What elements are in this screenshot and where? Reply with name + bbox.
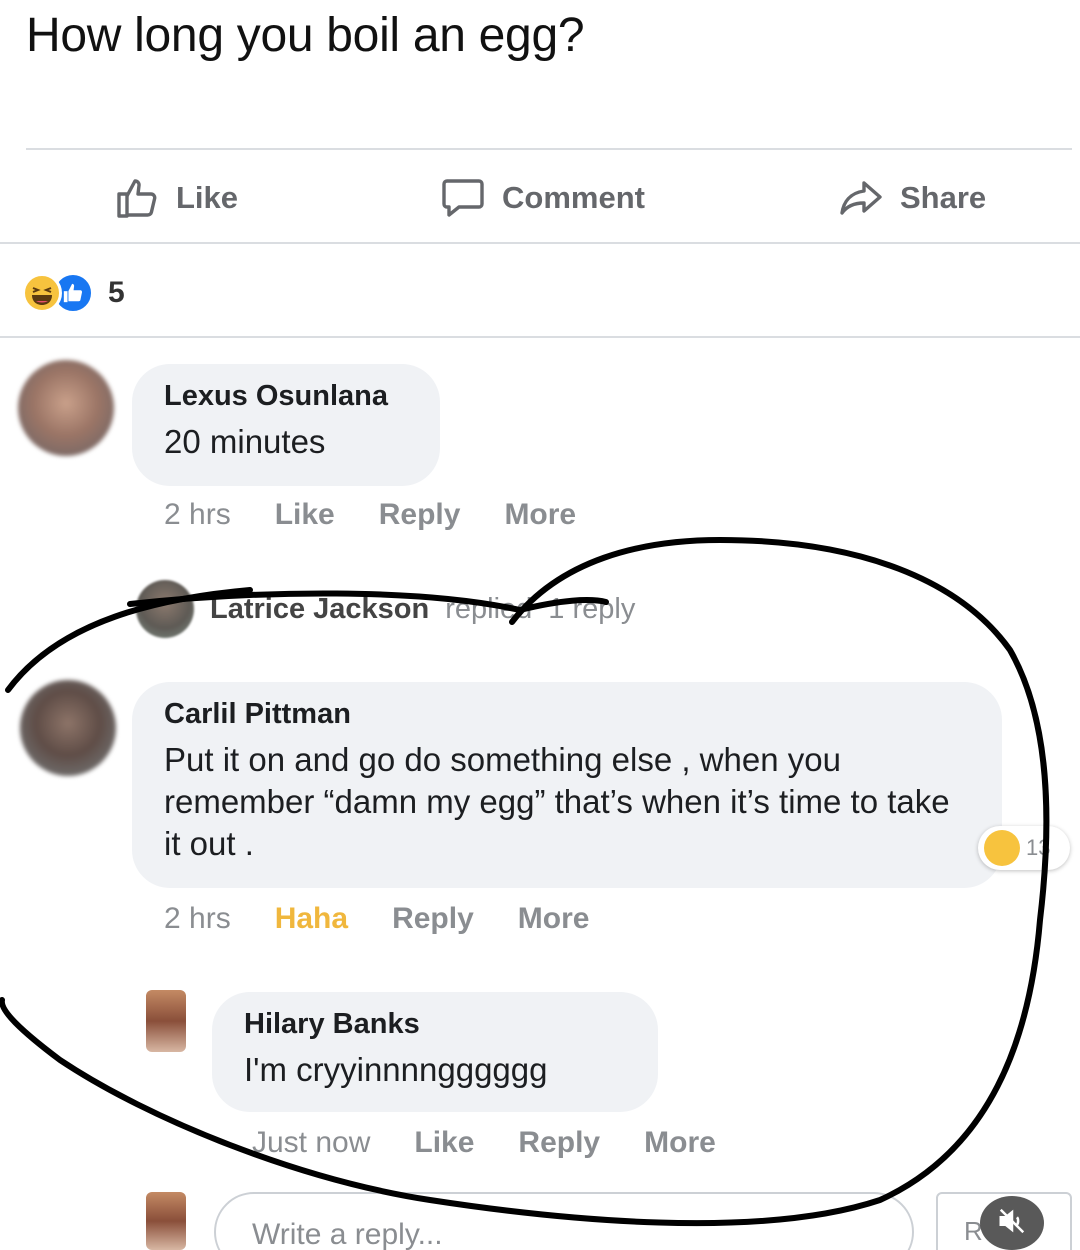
reaction-count[interactable]: 5 [108, 276, 125, 310]
reply-count: 1 reply [548, 592, 636, 625]
avatar [146, 1192, 186, 1250]
divider-actions [0, 242, 1080, 244]
reply-meta: Just now Like Reply More [252, 1126, 716, 1160]
reply-time[interactable]: Just now [252, 1126, 370, 1160]
replier-name[interactable]: Latrice Jackson [210, 593, 429, 626]
haha-icon [984, 830, 1020, 866]
reply-text: I'm cryyinnnngggggg [244, 1051, 548, 1088]
comment-bubble: Carlil Pittman Put it on and go do somet… [132, 682, 1002, 888]
haha-link[interactable]: Haha [275, 902, 348, 936]
reply-input[interactable]: Write a reply... [214, 1192, 914, 1250]
comment-meta: 2 hrs Like Reply More [164, 498, 576, 532]
reply-author[interactable]: Hilary Banks [244, 1008, 626, 1041]
comment-time[interactable]: 2 hrs [164, 498, 231, 532]
reply-link[interactable]: Reply [379, 498, 461, 532]
replied-verb: replied [445, 592, 533, 625]
comment-label: Comment [502, 180, 645, 215]
more-link[interactable]: More [644, 1126, 716, 1160]
more-link[interactable]: More [504, 498, 576, 532]
comment-text: 20 minutes [164, 423, 326, 460]
share-icon [836, 174, 886, 222]
like-link[interactable]: Like [414, 1126, 474, 1160]
avatar[interactable] [146, 990, 186, 1052]
avatar[interactable] [20, 680, 116, 776]
haha-icon [22, 273, 62, 313]
more-link[interactable]: More [518, 902, 590, 936]
like-link[interactable]: Like [275, 498, 335, 532]
mute-button[interactable] [980, 1196, 1044, 1250]
comment-icon [438, 174, 488, 222]
replies-summary[interactable]: Latrice Jackson replied 1 reply [136, 580, 635, 638]
comment-author[interactable]: Lexus Osunlana [164, 380, 408, 413]
avatar [136, 580, 194, 638]
comment-button[interactable]: Comment [438, 174, 645, 222]
comment-author[interactable]: Carlil Pittman [164, 698, 970, 731]
comment-reaction-badge[interactable]: 13 [978, 826, 1070, 870]
action-bar: Like Comment Share [0, 150, 1080, 242]
reply-link[interactable]: Reply [392, 902, 474, 936]
reply-bubble: Hilary Banks I'm cryyinnnngggggg [212, 992, 658, 1112]
post-title: How long you boil an egg? [26, 9, 585, 62]
comment-meta: 2 hrs Haha Reply More [164, 902, 589, 936]
thumbs-up-icon [114, 174, 162, 222]
comment-text: Put it on and go do something else , whe… [164, 741, 950, 862]
like-button[interactable]: Like [114, 174, 238, 222]
share-label: Share [900, 180, 987, 215]
divider-reactions [0, 336, 1080, 338]
comment-time[interactable]: 2 hrs [164, 902, 231, 936]
reply-link[interactable]: Reply [518, 1126, 600, 1160]
comment-bubble: Lexus Osunlana 20 minutes [132, 364, 440, 486]
like-label: Like [176, 180, 239, 215]
avatar[interactable] [18, 360, 114, 456]
share-button[interactable]: Share [836, 174, 986, 222]
reaction-summary[interactable]: 5 [22, 272, 125, 314]
speaker-muted-icon [997, 1206, 1027, 1241]
comment-reaction-count: 13 [1026, 835, 1051, 860]
